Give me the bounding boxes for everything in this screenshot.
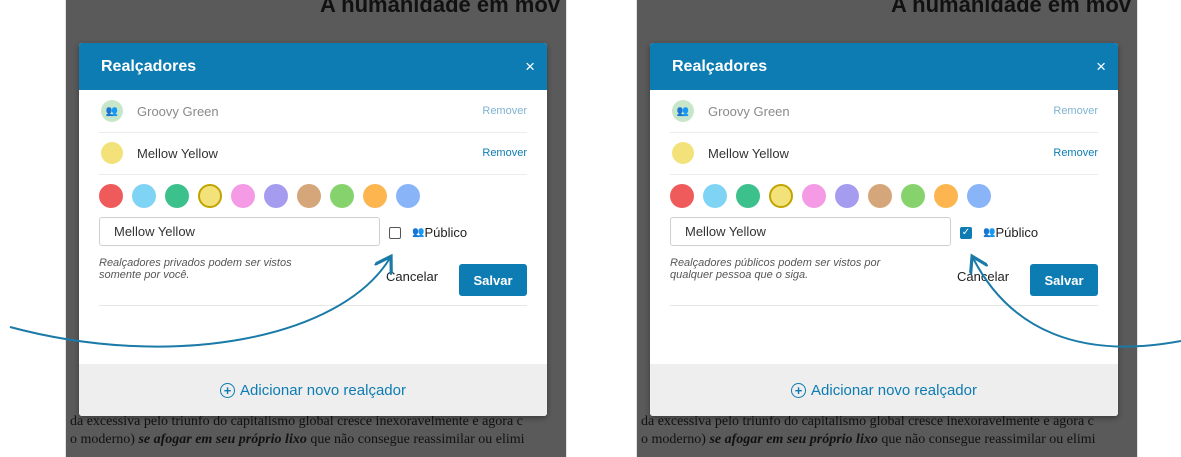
remove-link[interactable]: Remover [482,105,527,117]
highlighter-name: Mellow Yellow [708,145,789,161]
highlighter-row-mellow-yellow[interactable]: Mellow Yellow Remover [99,132,527,175]
visibility-note: Realçadores privados podem ser vistos so… [99,257,292,281]
color-swatch-7[interactable] [868,184,892,208]
color-swatch-8[interactable] [901,184,925,208]
highlighter-name: Groovy Green [137,103,219,119]
add-highlighter-label: Adicionar novo realçador [240,381,406,399]
document-line: o moderno) se afogar em seu próprio lixo… [637,432,1137,448]
document-heading: A humanidade em mov [319,0,560,17]
highlighters-dialog: Realçadores × 👥 Groovy Green Remover Mel… [79,43,547,416]
dialog-title: Realçadores [101,57,197,75]
save-button[interactable]: Salvar [1030,264,1098,296]
highlighter-swatch: 👥 [101,100,123,122]
highlighter-row-mellow-yellow[interactable]: Mellow Yellow Remover [670,132,1098,175]
highlighter-name: Mellow Yellow [137,145,218,161]
public-checkbox[interactable] [389,226,401,239]
color-swatch-2[interactable] [132,184,156,208]
document-line: da excessiva pelo triunfo do capitalismo… [66,414,566,430]
public-toggle[interactable]: ✓ 👥 Público [960,225,1038,240]
color-swatch-2[interactable] [703,184,727,208]
close-icon[interactable]: × [1096,57,1106,77]
highlighter-name-input[interactable] [670,217,951,246]
dialog-title: Realçadores [672,57,768,75]
plus-circle-icon: + [220,382,236,398]
color-swatch-5[interactable] [231,184,255,208]
dialog-header: Realçadores × [79,43,547,90]
visibility-note: Realçadores públicos podem ser vistos po… [670,257,881,281]
dialog-header: Realçadores × [650,43,1118,90]
color-swatch-10[interactable] [967,184,991,208]
color-swatch-7[interactable] [297,184,321,208]
document-line: da excessiva pelo triunfo do capitalismo… [637,414,1137,430]
color-swatch-8[interactable] [330,184,354,208]
color-swatch-4[interactable] [198,184,222,208]
public-label: Público [995,225,1039,240]
highlighter-row-groovy-green[interactable]: 👥 Groovy Green Remover [670,90,1098,133]
close-icon[interactable]: × [525,57,535,77]
color-swatch-9[interactable] [363,184,387,208]
color-swatch-3[interactable] [736,184,760,208]
color-swatch-9[interactable] [934,184,958,208]
public-label: Público [424,225,468,240]
color-swatch-1[interactable] [670,184,694,208]
plus-circle-icon: + [791,382,807,398]
highlighter-row-groovy-green[interactable]: 👥 Groovy Green Remover [99,90,527,133]
color-palette [99,184,429,208]
color-swatch-10[interactable] [396,184,420,208]
color-palette [670,184,1000,208]
save-button[interactable]: Salvar [459,264,527,296]
remove-link[interactable]: Remover [1053,147,1098,159]
cancel-button[interactable]: Cancelar [386,269,438,284]
highlighters-dialog: Realçadores × 👥 Groovy Green Remover Mel… [650,43,1118,416]
people-icon: 👥 [412,227,425,238]
color-swatch-6[interactable] [264,184,288,208]
divider [99,305,527,306]
highlighter-swatch: 👥 [672,100,694,122]
divider [670,305,1098,306]
highlighter-swatch [101,142,123,164]
highlighter-swatch [672,142,694,164]
panel-public: A humanidade em mov da excessiva pelo tr… [636,0,1138,457]
color-swatch-5[interactable] [802,184,826,208]
color-swatch-1[interactable] [99,184,123,208]
highlighter-name: Groovy Green [708,103,790,119]
people-icon: 👥 [983,227,996,238]
color-swatch-6[interactable] [835,184,859,208]
document-line: o moderno) se afogar em seu próprio lixo… [66,432,566,448]
add-highlighter-label: Adicionar novo realçador [811,381,977,399]
remove-link[interactable]: Remover [1053,105,1098,117]
color-swatch-3[interactable] [165,184,189,208]
highlighter-name-input[interactable] [99,217,380,246]
public-toggle[interactable]: 👥 Público [389,225,467,240]
public-checkbox[interactable]: ✓ [960,226,972,239]
document-heading: A humanidade em mov [890,0,1131,17]
add-highlighter-button[interactable]: + Adicionar novo realçador [79,364,547,416]
remove-link[interactable]: Remover [482,147,527,159]
add-highlighter-button[interactable]: + Adicionar novo realçador [650,364,1118,416]
cancel-button[interactable]: Cancelar [957,269,1009,284]
panel-private: A humanidade em mov da excessiva pelo tr… [65,0,567,457]
color-swatch-4[interactable] [769,184,793,208]
